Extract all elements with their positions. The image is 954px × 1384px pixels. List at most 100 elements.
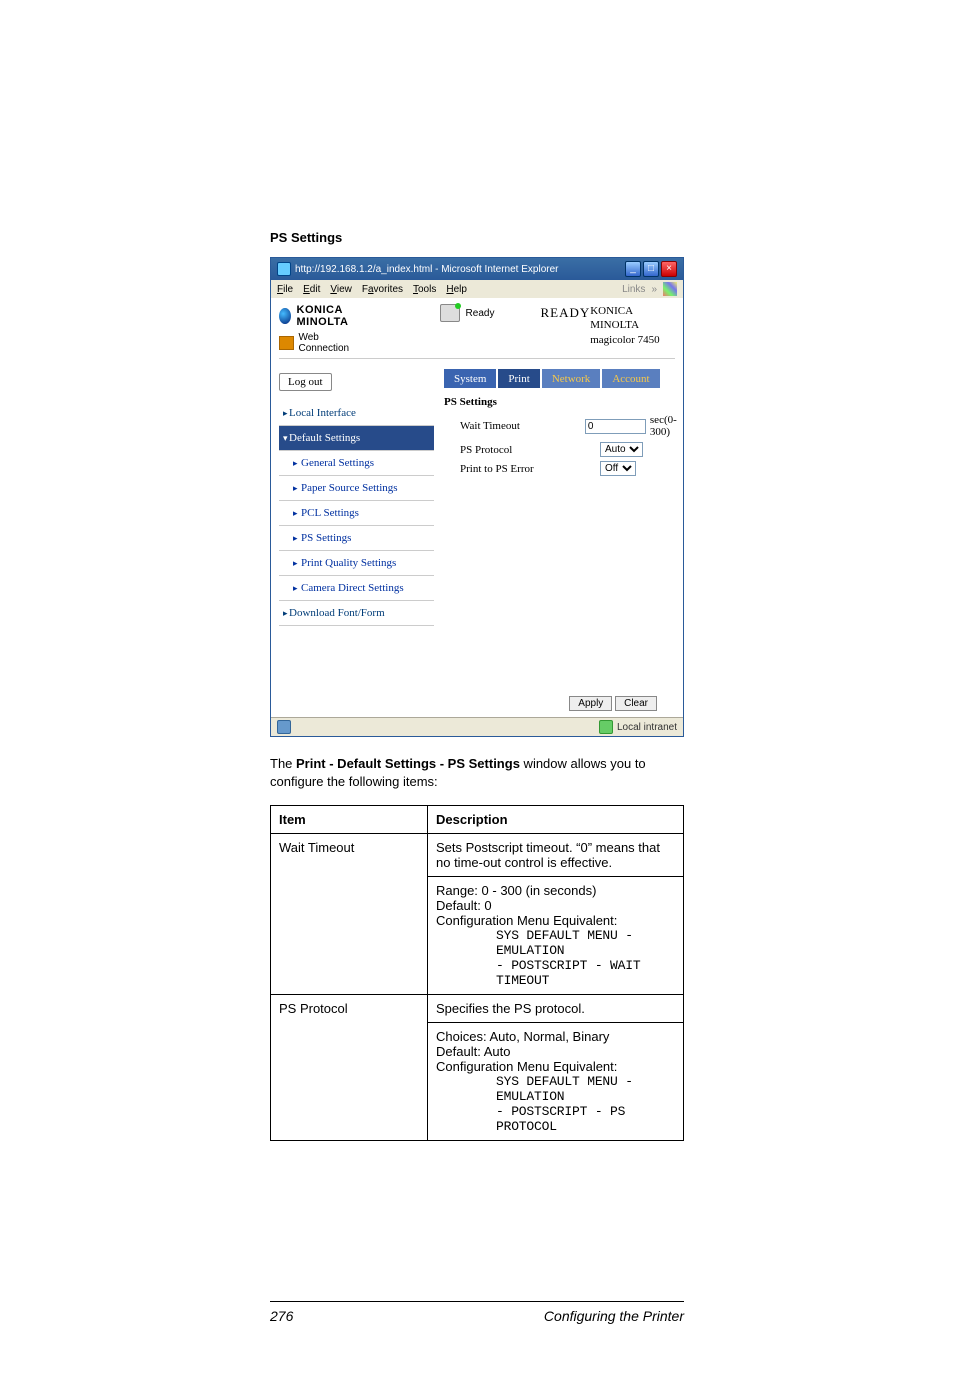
sidebar-item-default-settings[interactable]: ▾ Default Settings [279,426,434,451]
page-number: 276 [270,1308,293,1324]
sidebar-item-label: Local Interface [289,407,356,419]
pagescope-icon [279,336,294,350]
apply-button[interactable]: Apply [569,696,612,711]
field-ps-protocol: PS Protocol Auto [460,442,692,457]
cell-desc-wait-timeout-p1: Sets Postscript timeout. “0” means that … [428,834,684,877]
row1-default: Default: 0 [436,898,675,913]
tab-network[interactable]: Network [542,369,601,388]
close-icon[interactable]: × [661,261,677,277]
arrow-right-icon: ▸ [283,608,288,619]
browser-window: http://192.168.1.2/a_index.html - Micros… [270,257,684,737]
caption-bold: Print - Default Settings - PS Settings [296,756,520,771]
cell-desc-ps-protocol-p1: Specifies the PS protocol. [428,995,684,1023]
print-ps-error-select[interactable]: Off [600,461,636,476]
product-name: magicolor 7450 [590,333,675,347]
cell-desc-wait-timeout-p2: Range: 0 - 300 (in seconds) Default: 0 C… [428,877,684,995]
menu-favorites[interactable]: Favorites [362,284,403,295]
arrow-right-icon: ▸ [293,558,298,569]
ie-throbber-icon [663,282,677,296]
printer-status-icon [440,304,460,322]
arrow-right-icon: ▸ [293,458,298,469]
menu-edit[interactable]: Edit [303,284,320,295]
window-title: http://192.168.1.2/a_index.html - Micros… [295,264,558,275]
row1-cfg: Configuration Menu Equivalent: [436,913,675,928]
print-ps-error-label: Print to PS Error [460,463,600,475]
sidebar-item-label: Paper Source Settings [301,482,398,494]
logout-button[interactable]: Log out [279,373,332,391]
ps-protocol-label: PS Protocol [460,444,600,456]
row2-menu2: - POSTSCRIPT - PS PROTOCOL [436,1104,675,1134]
caption-text: The Print - Default Settings - PS Settin… [270,755,684,791]
sidebar-item-ps-settings[interactable]: ▸ PS Settings [279,526,434,551]
status-zone-text: Local intranet [617,722,677,733]
sidebar-item-print-quality-settings[interactable]: ▸ Print Quality Settings [279,551,434,576]
sidebar-item-label: Camera Direct Settings [301,582,404,594]
sidebar-item-download-font-form[interactable]: ▸ Download Font/Form [279,601,434,626]
col-header-item: Item [271,806,428,834]
sidebar-item-label: PS Settings [301,532,351,544]
links-label[interactable]: Links [622,284,645,295]
intranet-zone-icon [599,720,613,734]
row1-menu2: - POSTSCRIPT - WAIT TIMEOUT [436,958,675,988]
field-wait-timeout: Wait Timeout sec(0-300) [460,414,692,438]
col-header-description: Description [428,806,684,834]
maximize-icon[interactable]: □ [643,261,659,277]
arrow-right-icon: ▸ [293,483,298,494]
tab-account[interactable]: Account [602,369,659,388]
links-chevron-icon[interactable]: » [651,284,657,295]
cell-item-ps-protocol: PS Protocol [271,995,428,1141]
arrow-down-icon: ▾ [283,433,288,444]
brand-text: KONICA MINOLTA [297,304,370,328]
wait-timeout-label: Wait Timeout [460,420,585,432]
menu-file[interactable]: File [277,284,293,295]
sidebar-item-label: Default Settings [289,432,360,444]
row2-cfg: Configuration Menu Equivalent: [436,1059,675,1074]
status-big: READY [540,305,590,321]
sidebar-item-local-interface[interactable]: ▸ Local Interface [279,401,434,426]
sidebar-item-pcl-settings[interactable]: ▸ PCL Settings [279,501,434,526]
minimize-icon[interactable]: _ [625,261,641,277]
tab-print[interactable]: Print [498,369,539,388]
ie-icon [277,262,291,276]
arrow-right-icon: ▸ [293,533,298,544]
arrow-right-icon: ▸ [283,408,288,419]
sidebar-item-general-settings[interactable]: ▸ General Settings [279,451,434,476]
caption-pre: The [270,756,296,771]
sidebar-item-label: PCL Settings [301,507,359,519]
sidebar-item-label: General Settings [301,457,374,469]
sidebar-item-paper-source-settings[interactable]: ▸ Paper Source Settings [279,476,434,501]
arrow-right-icon: ▸ [293,508,298,519]
done-icon [277,720,291,734]
tab-system[interactable]: System [444,369,496,388]
sidebar-item-label: Print Quality Settings [301,557,396,569]
panel-title: PS Settings [444,396,692,408]
sidebar-item-label: Download Font/Form [289,607,385,619]
cell-desc-ps-protocol-p2: Choices: Auto, Normal, Binary Default: A… [428,1023,684,1141]
cell-item-wait-timeout: Wait Timeout [271,834,428,995]
wait-timeout-hint: sec(0-300) [650,414,692,438]
definitions-table: Item Description Wait Timeout Sets Posts… [270,805,684,1141]
pagescope-label: Web Connection [298,332,369,354]
window-titlebar: http://192.168.1.2/a_index.html - Micros… [271,258,683,280]
menu-help[interactable]: Help [446,284,467,295]
section-title: PS Settings [270,230,684,245]
ps-protocol-select[interactable]: Auto [600,442,643,457]
page-footer: 276 Configuring the Printer [270,1301,684,1324]
browser-statusbar: Local intranet [271,717,683,736]
menu-view[interactable]: View [330,284,352,295]
row2-menu1: SYS DEFAULT MENU - EMULATION [436,1074,675,1104]
status-small: Ready [466,308,495,319]
wait-timeout-input[interactable] [585,419,646,434]
row1-menu1: SYS DEFAULT MENU - EMULATION [436,928,675,958]
menu-tools[interactable]: Tools [413,284,436,295]
row2-choices: Choices: Auto, Normal, Binary [436,1029,675,1044]
arrow-right-icon: ▸ [293,583,298,594]
browser-menubar: File Edit View Favorites Tools Help Link… [271,280,683,298]
field-print-ps-error: Print to PS Error Off [460,461,692,476]
row2-default: Default: Auto [436,1044,675,1059]
km-logo-icon [279,308,291,324]
sidebar-item-camera-direct-settings[interactable]: ▸ Camera Direct Settings [279,576,434,601]
footer-label: Configuring the Printer [544,1308,684,1324]
clear-button[interactable]: Clear [615,696,657,711]
row1-range: Range: 0 - 300 (in seconds) [436,883,675,898]
